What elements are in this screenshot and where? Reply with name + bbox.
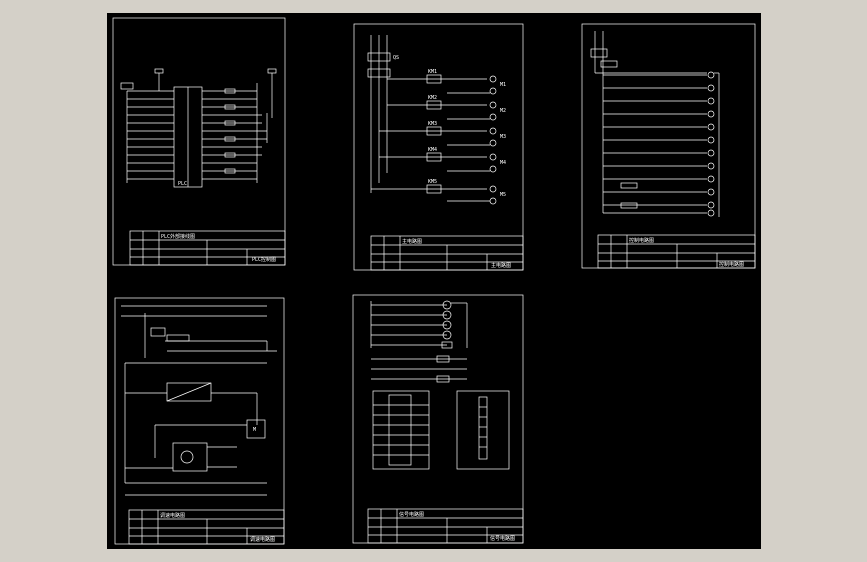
plc-input-wires: [120, 68, 174, 183]
contactor-label-5: KM5: [428, 179, 437, 185]
sheet-control-circuit-border: [581, 23, 756, 269]
plc-label: PLC: [178, 181, 187, 187]
signal-terminal-strip-right: [456, 390, 510, 470]
contactor-label-2: KM2: [428, 95, 437, 101]
sheet-speed-circuit-border: [114, 297, 285, 545]
signal-circuit-sheet-title: 信号电路图: [399, 511, 424, 518]
speed-motor-label: M: [253, 427, 256, 433]
breaker-label: QS: [393, 55, 399, 61]
motor-label-1: M1: [500, 82, 506, 88]
plc-io-sheet-title: PLC外部接线图: [161, 233, 195, 240]
contactor-label-3: KM3: [428, 121, 437, 127]
drawing-canvas: PLC PLC外部接线图 PLC控制图 QS KM1 KM2 KM3 KM4 K…: [112, 17, 756, 545]
motor-label-2: M2: [500, 108, 506, 114]
control-branches: [603, 71, 720, 217]
sheet-main-circuit: [353, 23, 524, 271]
signal-terminal-strip-left: [372, 390, 430, 470]
speed-circuit-sheet-label: 调速电路图: [250, 536, 275, 543]
sheet-signal-circuit: [352, 294, 524, 544]
motor-label-4: M4: [500, 160, 506, 166]
contactor-label-1: KM1: [428, 69, 437, 75]
sheet-speed-circuit: [114, 297, 285, 545]
plc-io-sheet-label: PLC控制图: [252, 256, 276, 263]
sheet-plc-io-border: [112, 17, 286, 266]
control-circuit-sheet-label: 控制电路图: [719, 261, 744, 268]
power-bus: [367, 35, 391, 193]
speed-circuit-sheet-title: 调速电路图: [160, 512, 185, 519]
speed-potentiometer-block: [172, 442, 208, 472]
plc-output-wires: [202, 68, 277, 183]
main-circuit-sheet-label: 主电路图: [491, 262, 511, 269]
signal-lamp-branches: [371, 300, 468, 349]
contactor-label-4: KM4: [428, 147, 437, 153]
cad-viewport: PLC PLC外部接线图 PLC控制图 QS KM1 KM2 KM3 KM4 K…: [107, 13, 761, 549]
motor-label-3: M3: [500, 134, 506, 140]
sheet-plc-io: [112, 17, 286, 266]
sheet-signal-circuit-border: [352, 294, 524, 544]
motor-label-5: M5: [500, 192, 506, 198]
control-circuit-sheet-title: 控制电路图: [629, 237, 654, 244]
signal-circuit-sheet-label: 信号电路图: [490, 535, 515, 542]
sheet-control-circuit: [581, 23, 756, 269]
main-circuit-sheet-title: 主电路图: [402, 238, 422, 245]
